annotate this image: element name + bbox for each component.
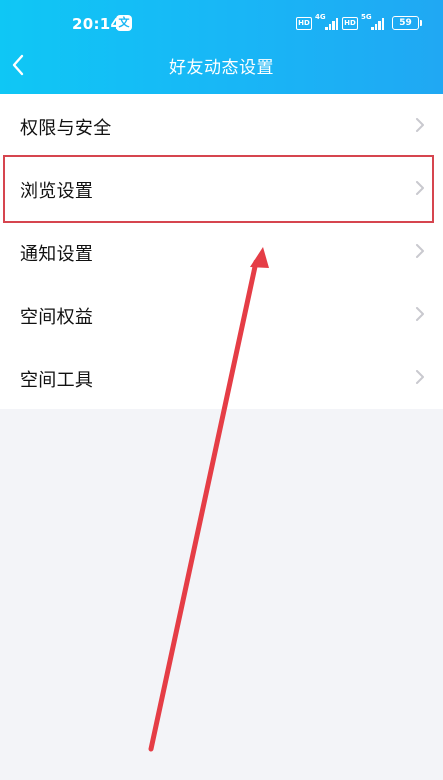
settings-menu: 权限与安全 浏览设置 通知设置 空间权益 空间工具	[0, 94, 443, 409]
signal-bars-icon	[325, 18, 339, 30]
menu-item-label: 权限与安全	[20, 118, 112, 139]
menu-item-label: 浏览设置	[20, 181, 94, 202]
page-title: 好友动态设置	[169, 58, 274, 78]
hd-badge-1: HD	[296, 16, 312, 30]
status-icons: HD 4G HD 5G 59	[296, 13, 422, 32]
signal-icon-1: 4G	[315, 13, 339, 32]
status-time: 20:14	[72, 15, 122, 33]
menu-item-space-tools[interactable]: 空间工具	[0, 346, 443, 409]
menu-item-label: 空间工具	[20, 370, 94, 391]
chevron-right-icon	[416, 181, 424, 195]
menu-item-space-benefits[interactable]: 空间权益	[0, 283, 443, 346]
status-bar: 20:14 文 HD 4G HD 5G 59	[0, 0, 443, 44]
signal-icon-2: 5G	[361, 13, 385, 32]
chevron-right-icon	[416, 244, 424, 258]
menu-item-label: 通知设置	[20, 244, 94, 265]
header: 20:14 文 HD 4G HD 5G 59 好友动态设置	[0, 0, 443, 94]
menu-item-notification-settings[interactable]: 通知设置	[0, 220, 443, 283]
chevron-right-icon	[416, 307, 424, 321]
battery-icon: 59	[392, 16, 422, 30]
menu-item-permissions-security[interactable]: 权限与安全	[0, 94, 443, 157]
menu-item-browse-settings[interactable]: 浏览设置	[0, 157, 443, 220]
app-notification-icon: 文	[116, 15, 132, 31]
signal-bars-icon	[371, 18, 385, 30]
chevron-right-icon	[416, 370, 424, 384]
hd-badge-2: HD	[342, 16, 358, 30]
menu-item-label: 空间权益	[20, 307, 94, 328]
chevron-right-icon	[416, 118, 424, 132]
